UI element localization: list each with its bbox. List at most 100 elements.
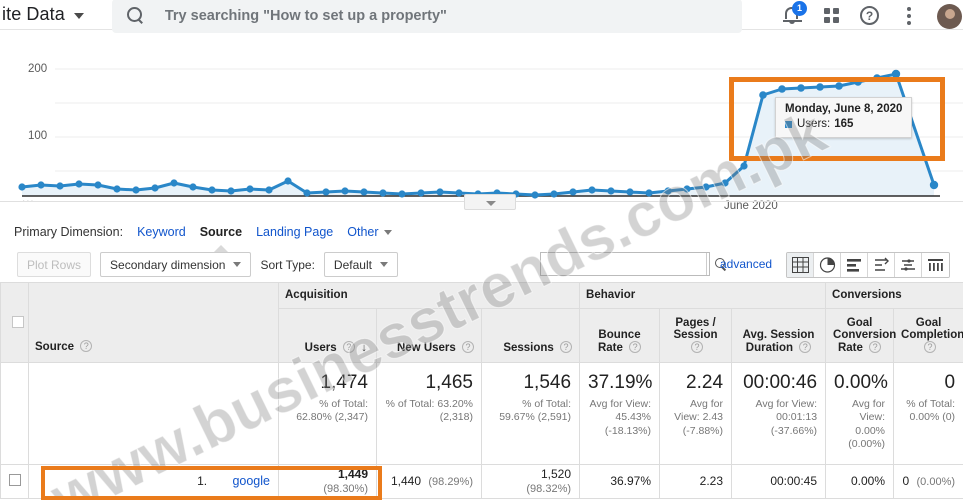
column-header-goal-completions[interactable]: Goal Completions ? [893, 308, 963, 363]
avatar [937, 3, 962, 29]
summary-sessions: 1,546 % of Total: 59.67% (2,591) [480, 362, 581, 465]
summary-goal-completions-value: 0 [944, 372, 956, 393]
primary-dimension-keyword[interactable]: Keyword [137, 225, 186, 239]
users-column-label: Users [304, 342, 337, 354]
sort-type-button[interactable]: Default [323, 252, 398, 277]
row-goal-completions-value: 0 [902, 474, 910, 489]
column-header-pages-session[interactable]: Pages / Session ? [659, 308, 733, 363]
summary-pages-session-sub: Avg for View: 2.43 (-7.88%) [674, 397, 724, 437]
kebab-menu-icon [907, 6, 911, 25]
row-pages-session-cell: 2.23 [659, 463, 733, 499]
help-icon[interactable]: ? [691, 341, 704, 353]
sort-type-label: Sort Type: [260, 257, 315, 272]
summary-label-cell [28, 362, 279, 465]
row-goal-completions-pct: (0.00%) [916, 476, 956, 489]
table-view-icon[interactable] [787, 253, 814, 277]
more-options-button[interactable] [898, 4, 920, 26]
table-row[interactable]: 1. google 1,449 (98.30%) 1,440 (98.29%) … [0, 463, 963, 499]
performance-view-icon[interactable] [841, 253, 868, 277]
summary-checkbox-cell [0, 362, 29, 465]
column-header-bounce-rate[interactable]: Bounce Rate ? [579, 308, 661, 363]
apps-button[interactable] [820, 4, 842, 26]
source-column-label: Source [35, 341, 74, 353]
collapse-chart-button[interactable] [464, 194, 516, 210]
row-new-users-cell: 1,440 (98.29%) [376, 463, 482, 499]
help-icon[interactable]: ? [560, 341, 573, 353]
help-icon[interactable]: ? [462, 341, 474, 353]
help-icon[interactable]: ? [924, 341, 937, 353]
terms-cloud-view-icon[interactable] [895, 253, 922, 277]
help-icon[interactable]: ? [869, 341, 882, 353]
tooltip-series-swatch-icon [785, 120, 792, 128]
column-header-avg-session-duration[interactable]: Avg. Session Duration ? [731, 308, 827, 363]
summary-sessions-sub: % of Total: 59.67% (2,591) [499, 397, 572, 424]
conversions-group-header: Conversions [825, 282, 963, 309]
select-all-checkbox[interactable] [11, 315, 24, 328]
column-header-users[interactable]: Users ? ↓ [278, 308, 377, 363]
row-sessions-value: 1,520 [540, 467, 572, 482]
acquisition-group-label: Acquisition [285, 289, 348, 301]
help-icon[interactable]: ? [80, 340, 93, 352]
summary-bounce-rate: 37.19% Avg for View: 45.43% (-18.13%) [579, 362, 661, 465]
column-header-new-users[interactable]: New Users ? [376, 308, 482, 363]
secondary-dimension-label: Secondary dimension [110, 257, 226, 272]
source-column-header[interactable]: Source ? [28, 282, 279, 363]
pages-session-column-label: Pages / Session [673, 317, 718, 341]
apps-grid-icon [824, 7, 839, 23]
pivot-view-icon[interactable] [922, 253, 949, 277]
row-users-value: 1,449 [337, 467, 368, 482]
table-search-input[interactable] [541, 253, 706, 275]
row-source-cell: 1. google [28, 463, 279, 499]
chart-footer [0, 194, 963, 217]
row-source-link[interactable]: google [232, 474, 270, 488]
row-checkbox[interactable] [9, 473, 21, 486]
account-button[interactable] [937, 3, 962, 29]
chevron-down-icon [379, 262, 388, 267]
tooltip-metric: Users: 165 [785, 118, 902, 130]
table-search[interactable] [540, 252, 725, 276]
notification-badge: 1 [792, 0, 807, 16]
row-sessions-pct: (98.32%) [526, 483, 572, 496]
row-new-users-pct: (98.29%) [428, 476, 473, 489]
summary-goal-completions-sub: % of Total: 0.00% (0) [906, 397, 956, 424]
summary-goal-completions: 0 % of Total: 0.00% (0) [893, 362, 963, 465]
comparison-view-icon[interactable] [868, 253, 895, 277]
global-search[interactable]: Try searching "How to set up a property" [111, 0, 742, 33]
row-avg-duration-cell: 00:00:45 [731, 463, 827, 499]
pie-chart-view-icon[interactable] [814, 253, 841, 277]
advanced-filter-link[interactable]: advanced [720, 257, 772, 271]
primary-dimension-landing-page[interactable]: Landing Page [256, 225, 333, 239]
help-icon[interactable]: ? [799, 341, 812, 353]
summary-new-users-value: 1,465 [425, 372, 473, 393]
plot-rows-label: Plot Rows [27, 257, 82, 272]
summary-goal-rate-sub: Avg for View: 0.00% (0.00%) [848, 397, 886, 451]
users-trend-chart: 200 100 ... June 2020 Monday, June 8, 20… [0, 29, 963, 212]
chevron-down-icon [383, 229, 392, 235]
notifications-button[interactable]: 1 [781, 0, 807, 26]
summary-goal-rate-value: 0.00% [834, 372, 888, 393]
summary-goal-rate: 0.00% Avg for View: 0.00% (0.00%) [825, 362, 895, 465]
summary-avg-duration: 00:00:46 Avg for View: 00:01:13 (-37.66%… [731, 362, 827, 465]
help-icon[interactable]: ? [629, 341, 642, 353]
column-header-goal-conversion-rate[interactable]: Goal Conversion Rate ? [825, 308, 896, 363]
property-title[interactable]: ite Data [0, 4, 65, 25]
help-icon[interactable]: ? [342, 341, 355, 353]
help-button[interactable]: ? [859, 4, 881, 26]
plot-rows-button[interactable]: Plot Rows [17, 252, 92, 277]
summary-users: 1,474 % of Total: 62.80% (2,347) [278, 362, 377, 465]
secondary-dimension-button[interactable]: Secondary dimension [100, 252, 252, 277]
primary-dimension-other[interactable]: Other [347, 225, 392, 239]
search-placeholder: Try searching "How to set up a property" [164, 7, 447, 24]
primary-dimension-source[interactable]: Source [200, 225, 242, 239]
sort-descending-icon[interactable]: ↓ [358, 342, 367, 354]
chart-tooltip: Monday, June 8, 2020 Users: 165 [775, 97, 913, 138]
row-sessions-cell: 1,520 (98.32%) [480, 463, 581, 499]
summary-bounce-rate-value: 37.19% [588, 372, 653, 393]
sort-type-value: Default [333, 257, 372, 272]
property-dropdown-caret-icon[interactable] [73, 13, 84, 19]
table-search-icon[interactable] [706, 253, 725, 275]
behavior-group-label: Behavior [586, 289, 636, 301]
tooltip-metric-value: 165 [834, 118, 854, 130]
column-header-sessions[interactable]: Sessions ? [480, 308, 581, 363]
y-axis-tick-200: 200 [28, 63, 48, 75]
